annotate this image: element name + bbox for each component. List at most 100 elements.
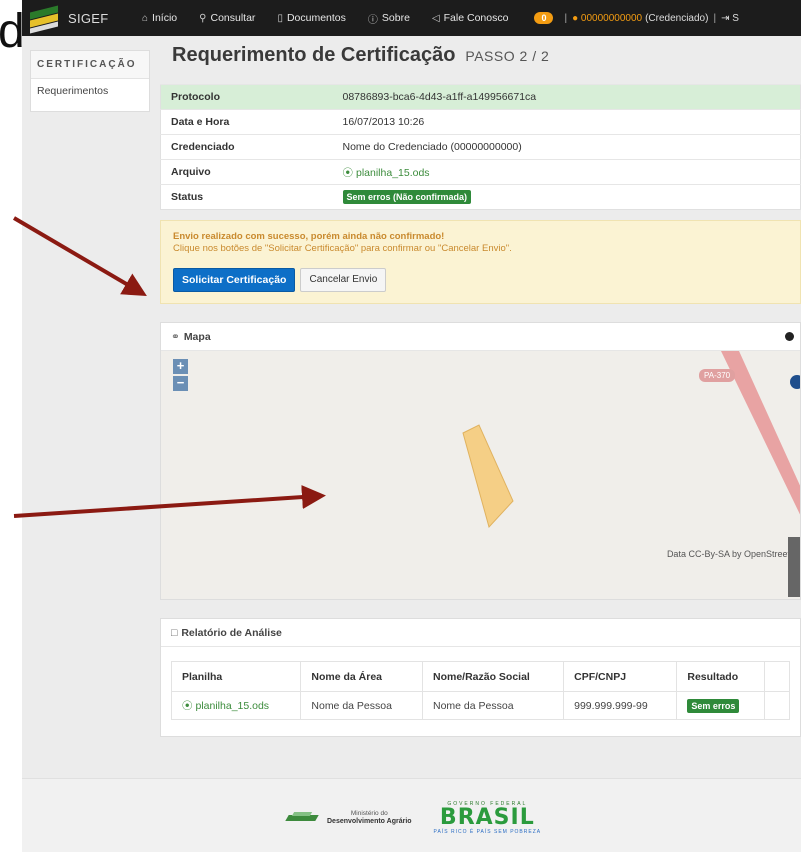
cpf-cell: 999.999.999-99: [563, 691, 678, 720]
separator: |: [564, 12, 568, 24]
slide-margin: d: [0, 0, 25, 852]
table-row: Credenciado Nome do Credenciado (0000000…: [160, 134, 801, 160]
zoom-controls: + −: [173, 359, 188, 393]
data-hora-value: 16/07/2013 10:26: [332, 109, 801, 135]
download-icon: ⦿: [182, 700, 193, 712]
cancelar-envio-button[interactable]: Cancelar Envio: [300, 268, 387, 292]
sigef-logo-icon: [28, 5, 62, 34]
logout-label: S: [732, 12, 739, 24]
nav-label: Documentos: [286, 12, 346, 24]
protocolo-label: Protocolo: [160, 84, 333, 110]
protocolo-value: 08786893-bca6-4d43-a1ff-a149956671ca: [332, 84, 801, 110]
main-content: Requerimento de Certificação PASSO 2 / 2…: [160, 44, 801, 737]
user-role: (Credenciado): [645, 12, 709, 24]
alert-title: Envio realizado com sucesso, porém ainda…: [173, 231, 445, 242]
resultado-cell: Sem erros: [676, 691, 765, 720]
collapse-icon[interactable]: [785, 332, 794, 341]
report-file-link[interactable]: ⦿ planilha_15.ods: [182, 700, 269, 712]
razao-cell: Nome da Pessoa: [421, 691, 565, 720]
search-icon: ⚲: [199, 12, 207, 24]
report-title: Relatório de Análise: [181, 626, 282, 639]
nav-item-inicio[interactable]: ⌂ Início: [142, 12, 177, 24]
solicitar-certificacao-button[interactable]: Solicitar Certificação: [173, 268, 296, 292]
nav-item-consultar[interactable]: ⚲ Consultar: [199, 12, 255, 24]
column-header: Planilha: [170, 661, 302, 692]
sidebar-heading: CERTIFICAÇÃO: [31, 51, 149, 79]
column-header: Nome da Área: [300, 661, 423, 692]
map-layer: [462, 351, 800, 528]
column-header: Resultado: [676, 661, 765, 692]
column-header: Nome/Razão Social: [421, 661, 565, 692]
zoom-in-button[interactable]: +: [173, 359, 188, 374]
brand-name: SIGEF: [68, 10, 109, 26]
map-attribution: Data CC-By-SA by OpenStreet: [666, 549, 790, 559]
nav-item-fale-conosco[interactable]: ◁ Fale Conosco: [432, 12, 509, 24]
nav-label: Consultar: [210, 12, 256, 24]
footer-logos: Ministério do Desenvolvimento Agrário GO…: [285, 801, 542, 835]
logout-link[interactable]: ⇥ S: [721, 13, 739, 24]
mda-line2: Desenvolvimento Agrário: [327, 818, 412, 825]
megaphone-icon: ◁: [431, 12, 440, 24]
report-panel-header: □ Relatório de Análise: [161, 619, 800, 647]
planilha-cell: ⦿ planilha_15.ods: [170, 691, 302, 720]
data-hora-label: Data e Hora: [160, 109, 333, 135]
sidebar: CERTIFICAÇÃO Requerimentos: [30, 50, 150, 112]
zoom-out-button[interactable]: −: [173, 376, 188, 391]
globe-icon: ⚭: [171, 330, 180, 343]
map-title: Mapa: [183, 330, 211, 343]
brasil-subtitle: PAÍS RICO É PAÍS SEM POBREZA: [433, 829, 542, 835]
mda-bird-icon: [285, 811, 319, 825]
document-icon: □: [171, 626, 178, 639]
map-side-control[interactable]: [788, 537, 800, 597]
file-download-link[interactable]: ⦿ planilha_15.ods: [343, 167, 430, 179]
file-name: planilha_15.ods: [356, 166, 430, 179]
brand[interactable]: SIGEF: [22, 0, 142, 36]
top-navbar: SIGEF ⌂ Início ⚲ Consultar ▯ Documentos …: [22, 0, 801, 36]
map-panel-header: ⚭ Mapa: [161, 323, 800, 351]
footer: Ministério do Desenvolvimento Agrário GO…: [22, 778, 801, 852]
table-row: Data e Hora 16/07/2013 10:26: [160, 109, 801, 135]
sidebar-item-requerimentos[interactable]: Requerimentos: [31, 79, 149, 111]
app-window: SIGEF ⌂ Início ⚲ Consultar ▯ Documentos …: [22, 0, 801, 852]
table-row: Arquivo ⦿ planilha_15.ods: [160, 159, 801, 185]
brasil-word: BRASIL: [439, 805, 535, 830]
user-id: 00000000000: [580, 12, 643, 24]
status-badge: Sem erros (Não confirmada): [342, 190, 472, 204]
notification-badge[interactable]: 0: [534, 12, 554, 24]
table-header-row: Planilha Nome da Área Nome/Razão Social …: [170, 661, 791, 692]
nav-item-documentos[interactable]: ▯ Documentos: [277, 12, 345, 24]
road-label: PA-370: [699, 369, 736, 382]
separator: |: [713, 12, 717, 24]
mda-text: Ministério do Desenvolvimento Agrário: [327, 810, 412, 826]
mda-logo: Ministério do Desenvolvimento Agrário: [285, 810, 412, 826]
map-panel: ⚭ Mapa + − PA-370 Data CC-By-SA by OpenS…: [160, 322, 801, 600]
document-icon: ▯: [277, 12, 283, 24]
home-icon: ⌂: [142, 12, 149, 24]
file-name: planilha_15.ods: [195, 700, 270, 712]
credenciado-label: Credenciado: [160, 134, 333, 160]
parcel-polygon[interactable]: [462, 424, 514, 528]
mda-line1: Ministério do: [350, 810, 388, 817]
confirmation-alert: Envio realizado com sucesso, porém ainda…: [160, 220, 801, 304]
nav-label: Início: [152, 12, 178, 24]
nav-label: Fale Conosco: [443, 12, 509, 24]
column-header: CPF/CNPJ: [563, 661, 678, 692]
alert-actions: Solicitar Certificação Cancelar Envio: [173, 268, 788, 292]
nav-label: Sobre: [381, 12, 410, 24]
credenciado-value: Nome do Credenciado (00000000000): [332, 134, 801, 160]
layer-switcher-icon[interactable]: [790, 375, 800, 389]
report-panel: □ Relatório de Análise Planilha Nome da …: [160, 618, 801, 737]
request-info-table: Protocolo 08786893-bca6-4d43-a1ff-a14995…: [160, 84, 801, 210]
user-area: 0 | ● 00000000000 (Credenciado) | ⇥ S: [534, 12, 739, 24]
map-canvas[interactable]: + − PA-370 Data CC-By-SA by OpenStreet: [161, 351, 800, 599]
table-row: ⦿ planilha_15.ods Nome da Pessoa Nome da …: [170, 691, 791, 720]
user-link[interactable]: ● 00000000000: [572, 13, 642, 24]
brasil-logo: GOVERNO FEDERAL BRASIL PAÍS RICO É PAÍS …: [434, 801, 542, 835]
area-cell: Nome da Pessoa: [300, 691, 423, 720]
table-row: Protocolo 08786893-bca6-4d43-a1ff-a14995…: [160, 84, 801, 110]
empty-cell: [763, 691, 791, 720]
step-indicator: PASSO 2 / 2: [465, 48, 550, 64]
nav-item-sobre[interactable]: ⓘ Sobre: [368, 11, 410, 26]
status-label: Status: [160, 184, 333, 210]
info-icon: ⓘ: [367, 14, 378, 26]
